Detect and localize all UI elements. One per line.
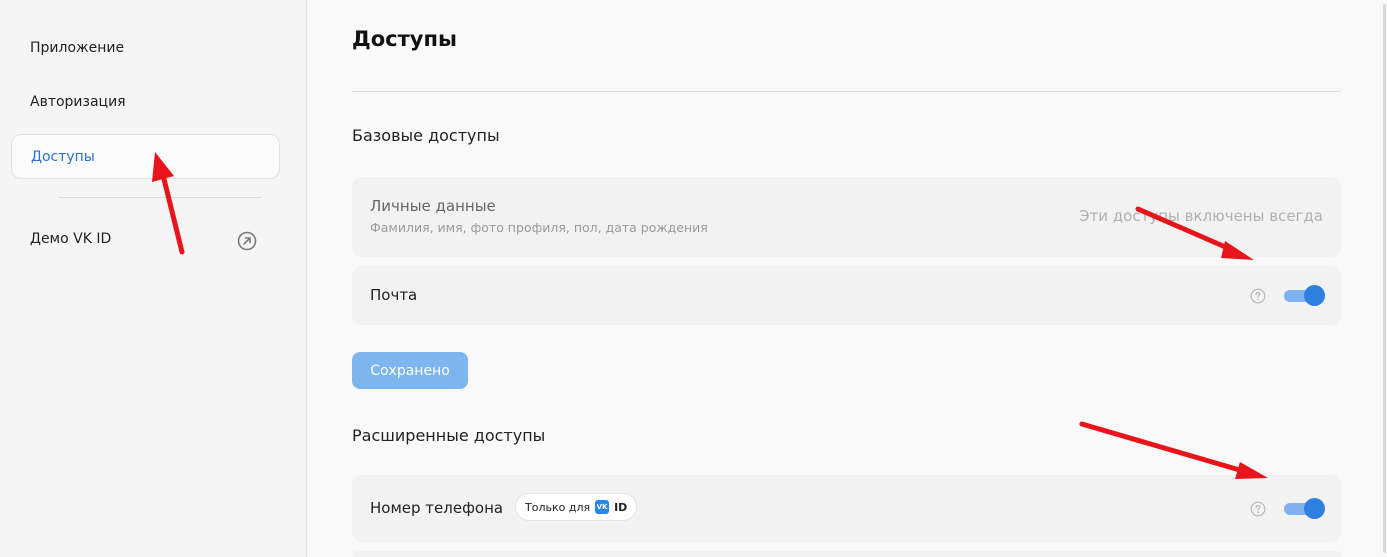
sidebar: Приложение Авторизация Доступы Демо VK I…	[0, 0, 307, 557]
mail-toggle[interactable]	[1284, 285, 1325, 307]
page-title: Доступы	[352, 27, 457, 51]
toggle-knob	[1304, 498, 1325, 519]
phone-card: Номер телефона Только для VK ID	[352, 475, 1341, 542]
save-button[interactable]: Сохранено	[352, 352, 468, 389]
sidebar-item-app[interactable]: Приложение	[11, 25, 280, 70]
extended-access-title: Расширенные доступы	[352, 426, 546, 445]
vk-logo-icon: VK	[595, 500, 610, 514]
scrollbar-thumb[interactable]	[1383, 4, 1386, 553]
sidebar-item-label: Демо VK ID	[30, 230, 112, 247]
sidebar-divider	[58, 197, 262, 198]
badge-id-text: ID	[614, 500, 628, 514]
toggle-knob	[1304, 285, 1325, 306]
vkid-only-badge: Только для VK ID	[515, 493, 638, 521]
help-icon[interactable]	[1250, 501, 1266, 517]
badge-text: Только для	[525, 500, 591, 514]
help-icon[interactable]	[1250, 288, 1266, 304]
title-divider	[352, 91, 1341, 92]
personal-data-description: Фамилия, имя, фото профиля, пол, дата ро…	[370, 220, 708, 235]
phone-toggle[interactable]	[1284, 498, 1325, 520]
basic-access-title: Базовые доступы	[352, 126, 500, 145]
mail-card: Почта	[352, 266, 1341, 325]
external-link-icon[interactable]	[237, 231, 257, 251]
personal-data-label: Личные данные	[370, 197, 496, 215]
always-enabled-note: Эти доступы включены всегда	[1079, 207, 1323, 225]
mail-label: Почта	[370, 286, 418, 304]
sidebar-item-access[interactable]: Доступы	[11, 134, 280, 179]
personal-data-card: Личные данные Фамилия, имя, фото профиля…	[352, 177, 1341, 257]
sidebar-item-label: Авторизация	[30, 93, 126, 110]
next-card-partial	[352, 551, 1341, 557]
phone-label: Номер телефона	[370, 499, 504, 517]
sidebar-item-label: Доступы	[31, 148, 95, 165]
sidebar-item-auth[interactable]: Авторизация	[11, 79, 280, 124]
sidebar-item-label: Приложение	[30, 39, 125, 56]
